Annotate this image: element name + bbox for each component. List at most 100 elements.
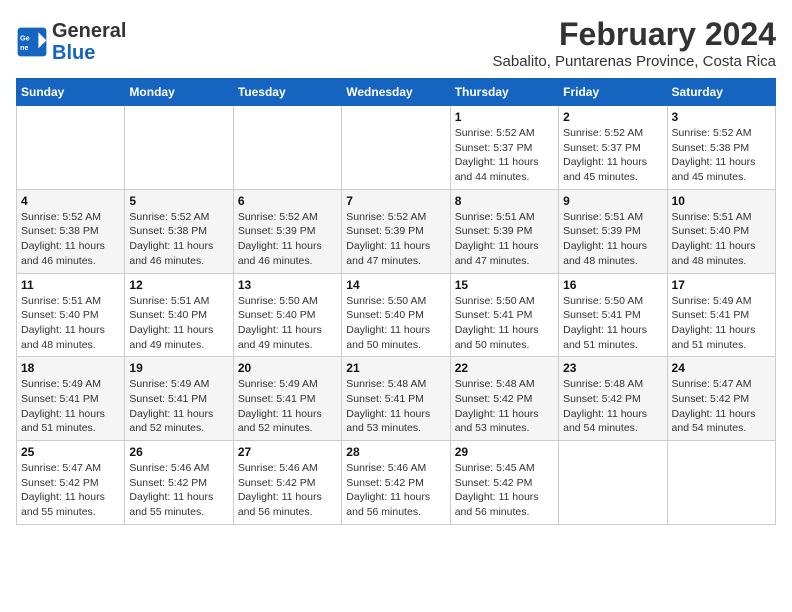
day-info: Sunrise: 5:46 AMSunset: 5:42 PMDaylight:… xyxy=(238,461,337,520)
calendar-cell: 7 Sunrise: 5:52 AMSunset: 5:39 PMDaylight… xyxy=(342,189,450,273)
calendar-cell xyxy=(17,106,125,190)
day-info: Sunrise: 5:47 AMSunset: 5:42 PMDaylight:… xyxy=(672,377,771,436)
calendar-cell: 20 Sunrise: 5:49 AMSunset: 5:41 PMDayligh… xyxy=(233,357,341,441)
day-info: Sunrise: 5:52 AMSunset: 5:38 PMDaylight:… xyxy=(129,210,228,269)
calendar-week-row: 25Sunrise: 5:47 AMSunset: 5:42 PMDayligh… xyxy=(17,441,776,525)
day-info: Sunrise: 5:52 AMSunset: 5:37 PMDaylight:… xyxy=(563,126,662,185)
day-info: Sunrise: 5:46 AMSunset: 5:42 PMDaylight:… xyxy=(129,461,228,520)
day-number: 25 xyxy=(21,445,120,459)
logo-text: General Blue xyxy=(52,20,126,64)
day-info: Sunrise: 5:45 AMSunset: 5:42 PMDaylight:… xyxy=(455,461,554,520)
day-number: 17 xyxy=(672,278,771,292)
day-number: 18 xyxy=(21,361,120,375)
logo-icon: Ge ne xyxy=(16,26,48,58)
calendar-cell: 1Sunrise: 5:52 AMSunset: 5:37 PMDaylight… xyxy=(450,106,558,190)
day-number: 19 xyxy=(129,361,228,375)
day-number: 16 xyxy=(563,278,662,292)
day-number: 24 xyxy=(672,361,771,375)
weekday-header: Tuesday xyxy=(233,79,341,106)
day-info: Sunrise: 5:52 AMSunset: 5:38 PMDaylight:… xyxy=(672,126,771,185)
calendar-cell: 15 Sunrise: 5:50 AMSunset: 5:41 PMDayligh… xyxy=(450,273,558,357)
day-info: Sunrise: 5:49 AMSunset: 5:41 PMDaylight:… xyxy=(238,377,337,436)
calendar-cell: 3 Sunrise: 5:52 AMSunset: 5:38 PMDaylight… xyxy=(667,106,775,190)
weekday-header: Thursday xyxy=(450,79,558,106)
day-number: 9 xyxy=(563,194,662,208)
day-info: Sunrise: 5:51 AMSunset: 5:40 PMDaylight:… xyxy=(129,294,228,353)
calendar-cell: 16 Sunrise: 5:50 AMSunset: 5:41 PMDayligh… xyxy=(559,273,667,357)
day-info: Sunrise: 5:48 AMSunset: 5:42 PMDaylight:… xyxy=(455,377,554,436)
subtitle: Sabalito, Puntarenas Province, Costa Ric… xyxy=(493,53,776,70)
day-number: 26 xyxy=(129,445,228,459)
day-number: 4 xyxy=(21,194,120,208)
calendar-cell: 19 Sunrise: 5:49 AMSunset: 5:41 PMDayligh… xyxy=(125,357,233,441)
calendar-cell xyxy=(233,106,341,190)
svg-text:ne: ne xyxy=(20,43,28,52)
calendar-cell xyxy=(667,441,775,525)
day-info: Sunrise: 5:51 AMSunset: 5:39 PMDaylight:… xyxy=(455,210,554,269)
day-info: Sunrise: 5:49 AMSunset: 5:41 PMDaylight:… xyxy=(21,377,120,436)
day-info: Sunrise: 5:49 AMSunset: 5:41 PMDaylight:… xyxy=(129,377,228,436)
day-number: 28 xyxy=(346,445,445,459)
weekday-header: Wednesday xyxy=(342,79,450,106)
calendar-week-row: 18 Sunrise: 5:49 AMSunset: 5:41 PMDayligh… xyxy=(17,357,776,441)
day-info: Sunrise: 5:50 AMSunset: 5:41 PMDaylight:… xyxy=(455,294,554,353)
day-number: 2 xyxy=(563,110,662,124)
day-info: Sunrise: 5:50 AMSunset: 5:41 PMDaylight:… xyxy=(563,294,662,353)
calendar-cell: 24 Sunrise: 5:47 AMSunset: 5:42 PMDayligh… xyxy=(667,357,775,441)
calendar-cell: 14 Sunrise: 5:50 AMSunset: 5:40 PMDayligh… xyxy=(342,273,450,357)
calendar-cell: 18 Sunrise: 5:49 AMSunset: 5:41 PMDayligh… xyxy=(17,357,125,441)
calendar-cell: 12 Sunrise: 5:51 AMSunset: 5:40 PMDayligh… xyxy=(125,273,233,357)
day-number: 22 xyxy=(455,361,554,375)
day-info: Sunrise: 5:51 AMSunset: 5:40 PMDaylight:… xyxy=(672,210,771,269)
calendar-week-row: 1 Sunrise: 5:52 AMSunset: 5:37 PMDaylight… xyxy=(17,106,776,190)
calendar-cell: 22 Sunrise: 5:48 AMSunset: 5:42 PMDayligh… xyxy=(450,357,558,441)
calendar-cell: 27 Sunrise: 5:46 AMSunset: 5:42 PMDayligh… xyxy=(233,441,341,525)
day-number: 21 xyxy=(346,361,445,375)
day-number: 15 xyxy=(455,278,554,292)
calendar-cell xyxy=(125,106,233,190)
calendar-cell: 28Sunrise: 5:46 AMSunset: 5:42 PMDayligh… xyxy=(342,441,450,525)
day-number: 12 xyxy=(129,278,228,292)
calendar-cell: 5Sunrise: 5:52 AMSunset: 5:38 PMDaylight… xyxy=(125,189,233,273)
day-info: Sunrise: 5:50 AMSunset: 5:40 PMDaylight:… xyxy=(346,294,445,353)
calendar-cell: 6 Sunrise: 5:52 AMSunset: 5:39 PMDaylight… xyxy=(233,189,341,273)
calendar-cell xyxy=(342,106,450,190)
day-number: 6 xyxy=(238,194,337,208)
calendar-week-row: 11 Sunrise: 5:51 AMSunset: 5:40 PMDayligh… xyxy=(17,273,776,357)
calendar-cell: 21Sunrise: 5:48 AMSunset: 5:41 PMDayligh… xyxy=(342,357,450,441)
calendar-cell: 13 Sunrise: 5:50 AMSunset: 5:40 PMDayligh… xyxy=(233,273,341,357)
day-number: 3 xyxy=(672,110,771,124)
day-number: 23 xyxy=(563,361,662,375)
day-info: Sunrise: 5:48 AMSunset: 5:42 PMDaylight:… xyxy=(563,377,662,436)
logo: Ge ne General Blue xyxy=(16,20,126,64)
calendar-cell: 10 Sunrise: 5:51 AMSunset: 5:40 PMDayligh… xyxy=(667,189,775,273)
calendar-cell: 8 Sunrise: 5:51 AMSunset: 5:39 PMDaylight… xyxy=(450,189,558,273)
day-number: 27 xyxy=(238,445,337,459)
day-number: 13 xyxy=(238,278,337,292)
calendar-cell: 11Sunrise: 5:51 AMSunset: 5:40 PMDayligh… xyxy=(17,273,125,357)
day-number: 7 xyxy=(346,194,445,208)
calendar-header-row: SundayMondayTuesdayWednesdayThursdayFrid… xyxy=(17,79,776,106)
weekday-header: Monday xyxy=(125,79,233,106)
day-info: Sunrise: 5:52 AMSunset: 5:39 PMDaylight:… xyxy=(238,210,337,269)
main-title: February 2024 xyxy=(493,16,776,53)
calendar-body: 1 Sunrise: 5:52 AMSunset: 5:37 PMDaylight… xyxy=(17,106,776,525)
day-number: 10 xyxy=(672,194,771,208)
day-number: 20 xyxy=(238,361,337,375)
calendar-cell: 9Sunrise: 5:51 AMSunset: 5:39 PMDaylight… xyxy=(559,189,667,273)
day-info: Sunrise: 5:49 AMSunset: 5:41 PMDaylight:… xyxy=(672,294,771,353)
title-area: February 2024 Sabalito, Puntarenas Provi… xyxy=(493,16,776,70)
svg-text:Ge: Ge xyxy=(20,33,30,42)
day-number: 8 xyxy=(455,194,554,208)
day-number: 11 xyxy=(21,278,120,292)
day-number: 1 xyxy=(455,110,554,124)
calendar-cell: 2 Sunrise: 5:52 AMSunset: 5:37 PMDaylight… xyxy=(559,106,667,190)
weekday-header: Sunday xyxy=(17,79,125,106)
day-info: Sunrise: 5:50 AMSunset: 5:40 PMDaylight:… xyxy=(238,294,337,353)
day-number: 14 xyxy=(346,278,445,292)
calendar-cell: 4Sunrise: 5:52 AMSunset: 5:38 PMDaylight… xyxy=(17,189,125,273)
day-info: Sunrise: 5:52 AMSunset: 5:39 PMDaylight:… xyxy=(346,210,445,269)
calendar-cell: 29Sunrise: 5:45 AMSunset: 5:42 PMDayligh… xyxy=(450,441,558,525)
calendar-cell: 25Sunrise: 5:47 AMSunset: 5:42 PMDayligh… xyxy=(17,441,125,525)
header: Ge ne General Blue February 2024 Sabalit… xyxy=(16,16,776,70)
